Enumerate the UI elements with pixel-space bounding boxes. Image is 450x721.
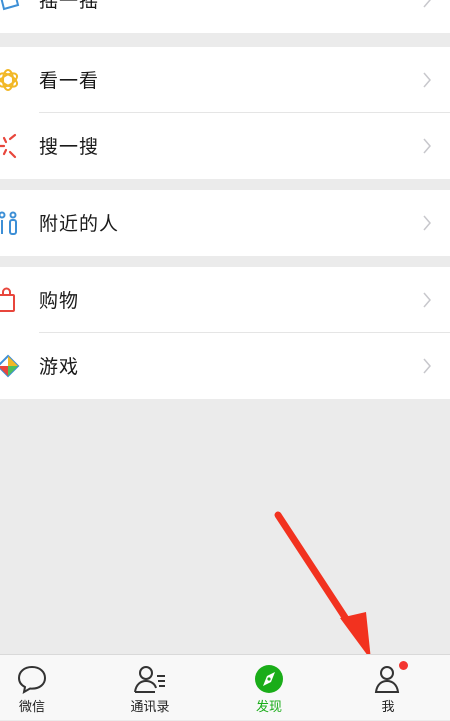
shopping-bag-icon	[0, 287, 20, 313]
menu-item-label: 摇一摇	[39, 0, 100, 12]
menu-item-games[interactable]: 游戏	[0, 333, 450, 399]
menu-item-label: 附近的人	[39, 212, 120, 235]
chevron-right-icon	[422, 71, 432, 89]
tab-label: 微信	[18, 700, 45, 715]
menu-group-nearby: 附近的人	[0, 190, 450, 256]
chevron-right-icon	[422, 357, 432, 375]
chat-bubble-icon	[15, 663, 49, 695]
chevron-right-icon	[422, 214, 432, 232]
bottom-tab-bar: 微信 通讯录 发现 我	[0, 654, 450, 720]
tab-me[interactable]: 我	[332, 655, 444, 721]
people-nearby-icon	[0, 210, 20, 236]
menu-item-label: 购物	[39, 289, 80, 312]
menu-item-label: 看一看	[39, 69, 100, 92]
tab-label: 发现	[255, 700, 282, 715]
badge-dot	[399, 661, 408, 670]
menu-item-top-stories[interactable]: 看一看	[0, 47, 450, 113]
shake-icon	[0, 0, 20, 13]
top-stories-icon	[0, 67, 20, 93]
menu-group-shake: 摇一摇	[0, 0, 450, 33]
tab-chats[interactable]: 微信	[0, 655, 88, 721]
tab-label: 我	[381, 700, 395, 715]
chevron-right-icon	[422, 0, 432, 9]
menu-item-search[interactable]: 搜一搜	[0, 113, 450, 179]
menu-item-people-nearby[interactable]: 附近的人	[0, 190, 450, 256]
menu-item-label: 搜一搜	[39, 135, 100, 158]
games-icon	[0, 353, 20, 379]
menu-item-shake[interactable]: 摇一摇	[0, 0, 450, 33]
tab-discover[interactable]: 发现	[213, 655, 325, 721]
search-sparkle-icon	[0, 133, 20, 159]
compass-icon	[252, 663, 286, 695]
tab-contacts[interactable]: 通讯录	[94, 655, 206, 721]
tab-label: 通讯录	[130, 700, 170, 715]
chevron-right-icon	[422, 291, 432, 309]
menu-item-label: 游戏	[39, 355, 80, 378]
menu-item-shopping[interactable]: 购物	[0, 267, 450, 333]
contacts-icon	[133, 663, 167, 695]
menu-group-services: 购物 游戏	[0, 267, 450, 399]
chevron-right-icon	[422, 137, 432, 155]
menu-group-discover: 看一看 搜一搜	[0, 47, 450, 179]
